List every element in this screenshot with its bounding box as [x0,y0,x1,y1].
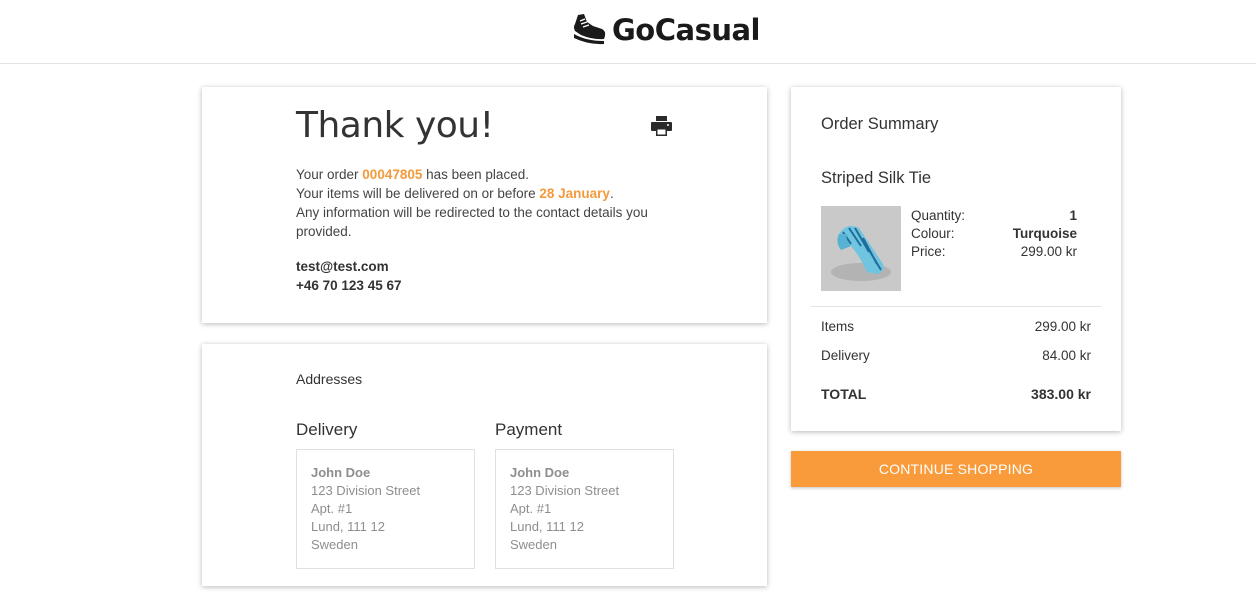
order-summary-title: Order Summary [821,115,939,133]
colour-value: Turquoise [1012,226,1077,241]
product-details: Quantity: 1 Colour: Turquoise Price: 299… [911,207,1077,261]
continue-shopping-button[interactable]: CONTINUE SHOPPING [791,451,1121,487]
address-name: John Doe [311,465,371,480]
quantity-label: Quantity: [911,208,966,223]
delivery-address-title: Delivery [296,420,358,439]
delivery-address-box: John Doe 123 Division Street Apt. #1 Lun… [296,449,475,569]
address-apt: Apt. #1 [311,501,353,516]
sneaker-icon [574,14,606,45]
delivery-date: 28 January [539,186,610,201]
summary-divider [811,306,1101,307]
addresses-card: Addresses Delivery John Doe 123 Division… [202,344,767,586]
printer-icon[interactable] [651,116,672,136]
page-title: Thank you! [296,105,494,146]
items-value: 299.00 kr [1034,319,1091,334]
contact-email: test@test.com [296,259,389,274]
payment-address-box: John Doe 123 Division Street Apt. #1 Lun… [495,449,674,569]
address-city: Lund, 111 12 [510,519,584,534]
payment-address-title: Payment [495,420,563,439]
contact-details: test@test.com +46 70 123 45 67 [296,257,401,295]
delivery-row: Delivery 84.00 kr [821,346,1091,375]
delivery-suffix-text: . [609,186,614,201]
order-summary-card: Order Summary Striped Silk Tie Quantity:… [791,87,1121,431]
contact-info-line: Any information will be redirected to th… [296,205,648,239]
delivery-label: Delivery [821,348,870,363]
address-country: Sweden [311,537,358,552]
delivery-prefix-text: Your items will be delivered on or befor… [296,186,540,201]
address-street: 123 Division Street [311,483,421,498]
items-label: Items [821,319,855,334]
colour-label: Colour: [911,226,955,241]
contact-phone: +46 70 123 45 67 [296,278,402,293]
total-row: TOTAL 383.00 kr [821,385,1091,414]
total-value: 383.00 kr [1031,386,1091,402]
address-name: John Doe [510,465,570,480]
payment-address: Payment John Doe 123 Division Street Apt… [495,420,674,569]
order-placed-line: Your order 00047805 has been placed. [296,165,706,184]
price-value: 299.00 kr [1020,244,1077,259]
confirmation-message: Your order 00047805 has been placed. You… [296,165,706,241]
total-label: TOTAL [821,386,867,402]
order-prefix-text: Your order [296,167,363,182]
price-row: Price: 299.00 kr [911,243,1077,261]
addresses-heading: Addresses [296,371,363,387]
colour-row: Colour: Turquoise [911,225,1077,243]
price-label: Price: [911,244,946,259]
order-suffix-text: has been placed. [422,167,529,182]
delivery-address: Delivery John Doe 123 Division Street Ap… [296,420,475,569]
brand-name: GoCasual [612,13,761,47]
address-street: 123 Division Street [510,483,620,498]
confirmation-card: Thank you! Your order 00047805 has been … [202,87,767,323]
address-apt: Apt. #1 [510,501,552,516]
brand-logo[interactable]: GoCasual [571,12,761,48]
quantity-row: Quantity: 1 [911,207,1077,225]
order-totals: Items 299.00 kr Delivery 84.00 kr TOTAL … [821,317,1091,414]
items-row: Items 299.00 kr [821,317,1091,346]
delivery-value: 84.00 kr [1042,348,1091,363]
tie-image [821,206,901,291]
address-country: Sweden [510,537,557,552]
delivery-date-line: Your items will be delivered on or befor… [296,184,706,203]
address-city: Lund, 111 12 [311,519,385,534]
quantity-value: 1 [1069,208,1077,223]
product-name: Striped Silk Tie [821,169,932,187]
product-image [821,206,901,291]
order-number: 00047805 [362,167,423,182]
top-bar: GoCasual [0,0,1256,64]
